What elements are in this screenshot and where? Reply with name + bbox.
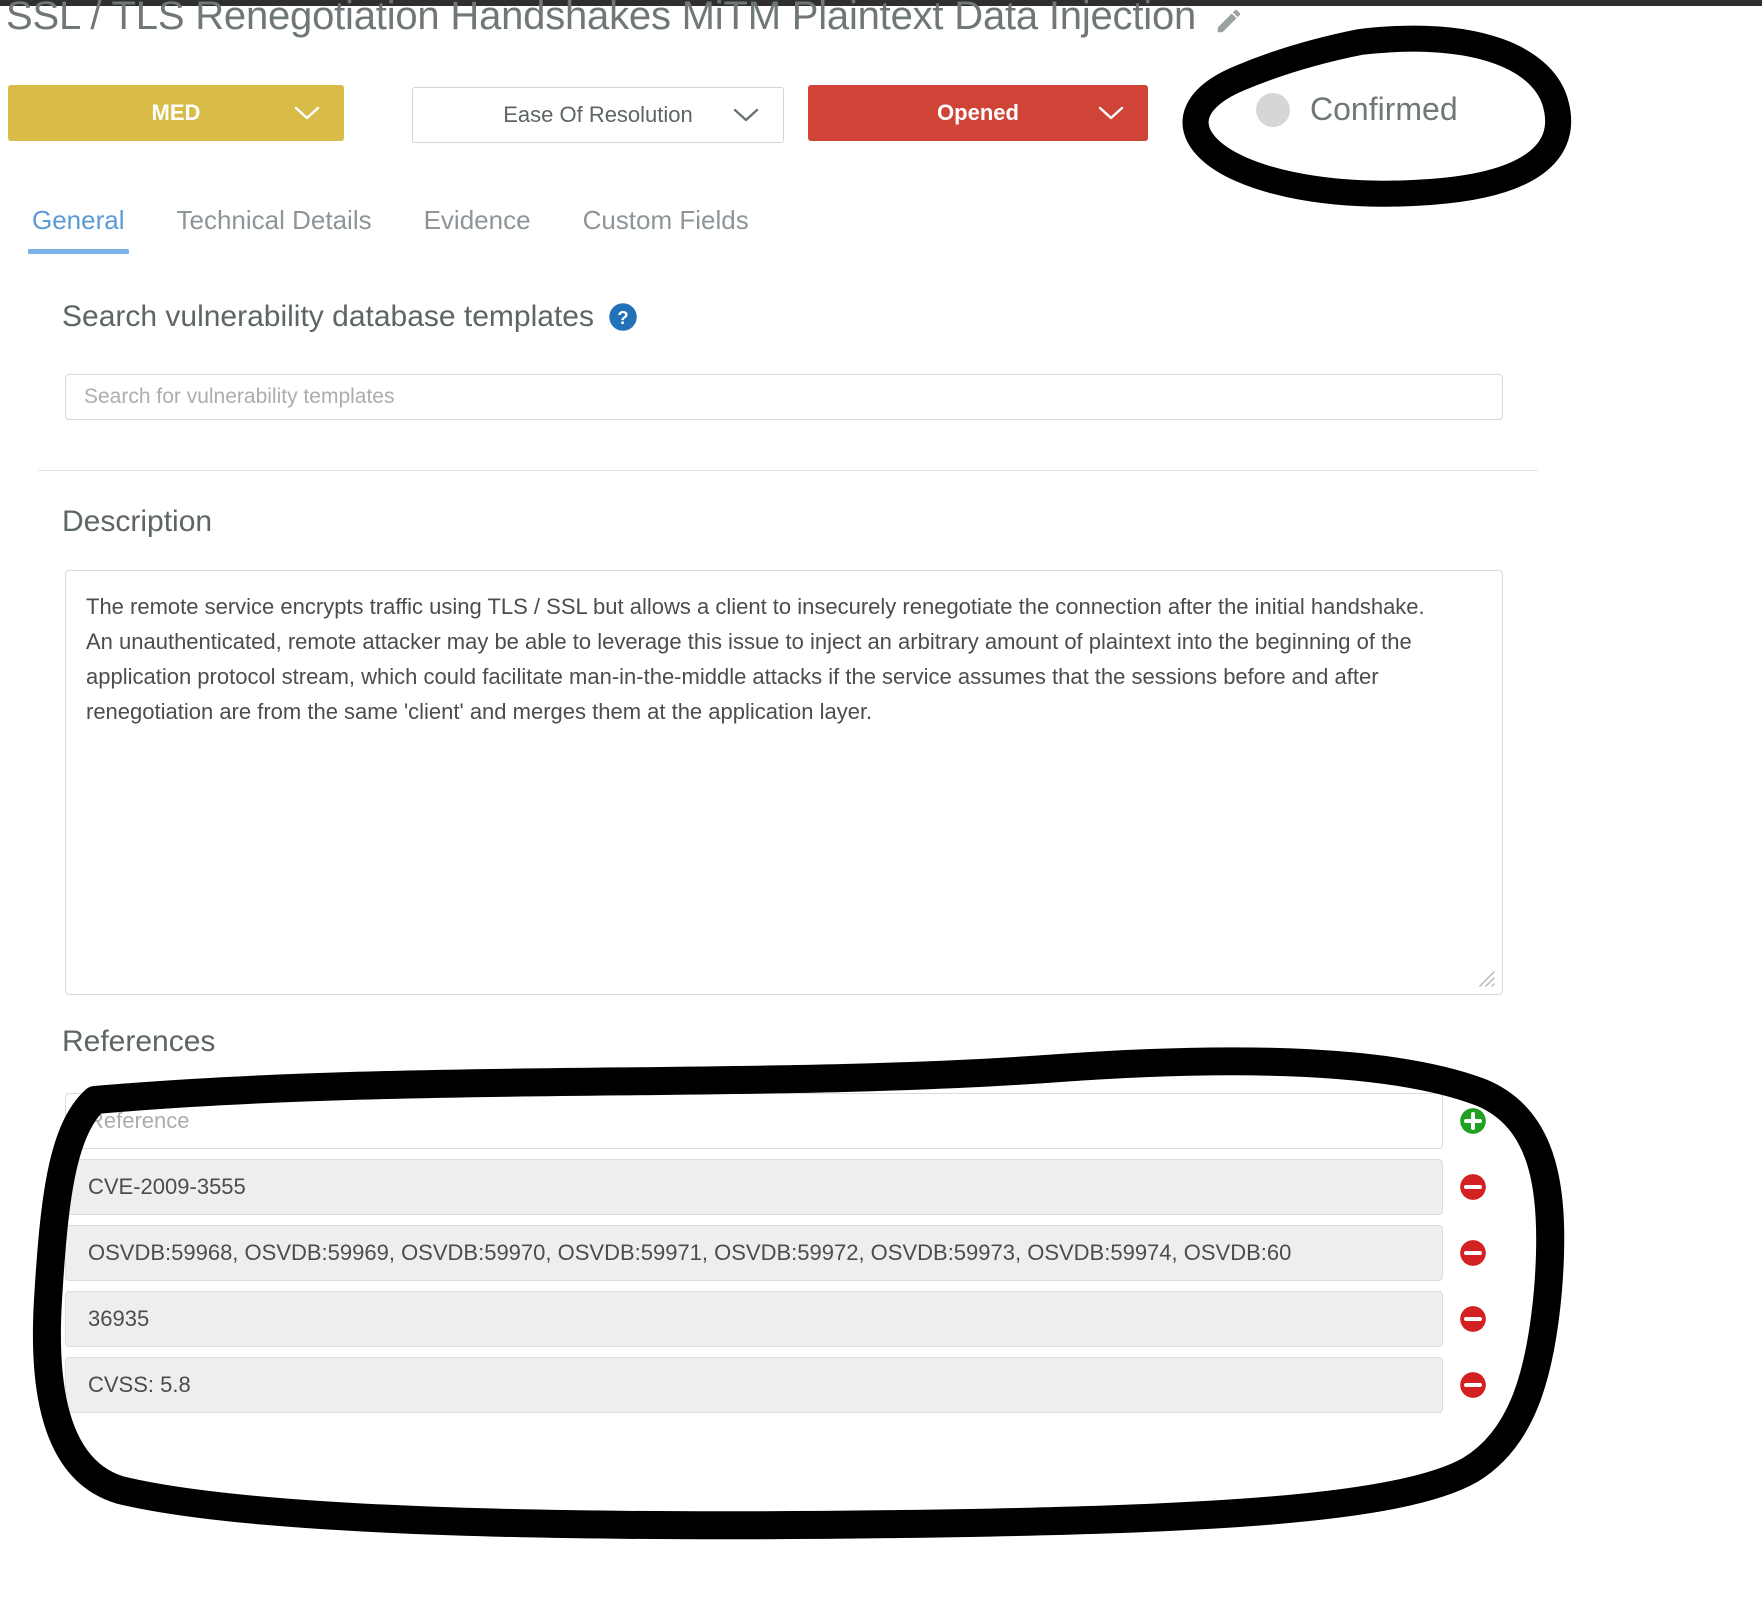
minus-circle-icon — [1460, 1174, 1486, 1200]
table-row: 36935 — [65, 1291, 1503, 1347]
remove-reference-button[interactable] — [1443, 1159, 1503, 1215]
chevron-down-icon — [733, 108, 759, 122]
ease-of-resolution-value: Ease Of Resolution — [503, 102, 693, 127]
svg-text:?: ? — [617, 307, 628, 328]
minus-circle-icon — [1460, 1372, 1486, 1398]
tab-general[interactable]: General — [12, 205, 157, 254]
description-label: Description — [62, 505, 213, 538]
table-row: CVSS: 5.8 — [65, 1357, 1503, 1413]
vulnerability-detail-page: SSL / TLS Renegotiation Handshakes MiTM … — [0, 0, 1762, 1600]
search-templates-heading: Search vulnerability database templates — [62, 300, 594, 333]
reference-new-row: Reference — [65, 1093, 1503, 1149]
minus-circle-icon — [1460, 1306, 1486, 1332]
search-input[interactable] — [65, 374, 1503, 420]
pencil-icon[interactable] — [1214, 6, 1244, 36]
add-reference-button[interactable] — [1443, 1093, 1503, 1149]
reference-value[interactable]: CVSS: 5.8 — [65, 1357, 1443, 1413]
severity-select[interactable]: MED — [8, 85, 344, 141]
reference-value[interactable]: OSVDB:59968, OSVDB:59969, OSVDB:59970, O… — [65, 1225, 1443, 1281]
table-row: CVE-2009-3555 — [65, 1159, 1503, 1215]
search-templates-header: Search vulnerability database templates … — [62, 300, 638, 334]
chevron-down-icon — [1098, 106, 1124, 120]
plus-circle-icon — [1460, 1108, 1486, 1134]
page-title: SSL / TLS Renegotiation Handshakes MiTM … — [6, 0, 1197, 38]
controls-row: MED Ease Of Resolution Opened Confirmed — [8, 85, 1748, 145]
references-list: Reference CVE-2009-3555 OSVDB:59968, OSV… — [65, 1093, 1503, 1423]
ease-of-resolution-select[interactable]: Ease Of Resolution — [412, 87, 784, 143]
reference-new-input[interactable]: Reference — [65, 1093, 1443, 1149]
severity-value: MED — [151, 100, 201, 125]
chevron-down-icon — [294, 106, 320, 120]
tab-evidence[interactable]: Evidence — [404, 205, 563, 254]
remove-reference-button[interactable] — [1443, 1357, 1503, 1413]
remove-reference-button[interactable] — [1443, 1225, 1503, 1281]
table-row: OSVDB:59968, OSVDB:59969, OSVDB:59970, O… — [65, 1225, 1503, 1281]
tab-custom-fields[interactable]: Custom Fields — [563, 205, 781, 254]
minus-circle-icon — [1460, 1240, 1486, 1266]
section-divider — [38, 470, 1538, 471]
description-textarea[interactable] — [65, 570, 1503, 995]
confirmed-toggle-dot — [1256, 92, 1290, 127]
status-select[interactable]: Opened — [808, 85, 1148, 141]
question-circle-icon[interactable]: ? — [608, 302, 638, 332]
tab-bar: General Technical Details Evidence Custo… — [12, 205, 1752, 265]
title-row: SSL / TLS Renegotiation Handshakes MiTM … — [6, 0, 1244, 39]
confirmed-label: Confirmed — [1310, 91, 1458, 127]
references-label: References — [62, 1025, 216, 1058]
reference-value[interactable]: 36935 — [65, 1291, 1443, 1347]
reference-value[interactable]: CVE-2009-3555 — [65, 1159, 1443, 1215]
confirmed-toggle[interactable]: Confirmed — [1256, 91, 1458, 128]
status-value: Opened — [937, 100, 1019, 125]
remove-reference-button[interactable] — [1443, 1291, 1503, 1347]
tab-technical-details[interactable]: Technical Details — [157, 205, 404, 254]
